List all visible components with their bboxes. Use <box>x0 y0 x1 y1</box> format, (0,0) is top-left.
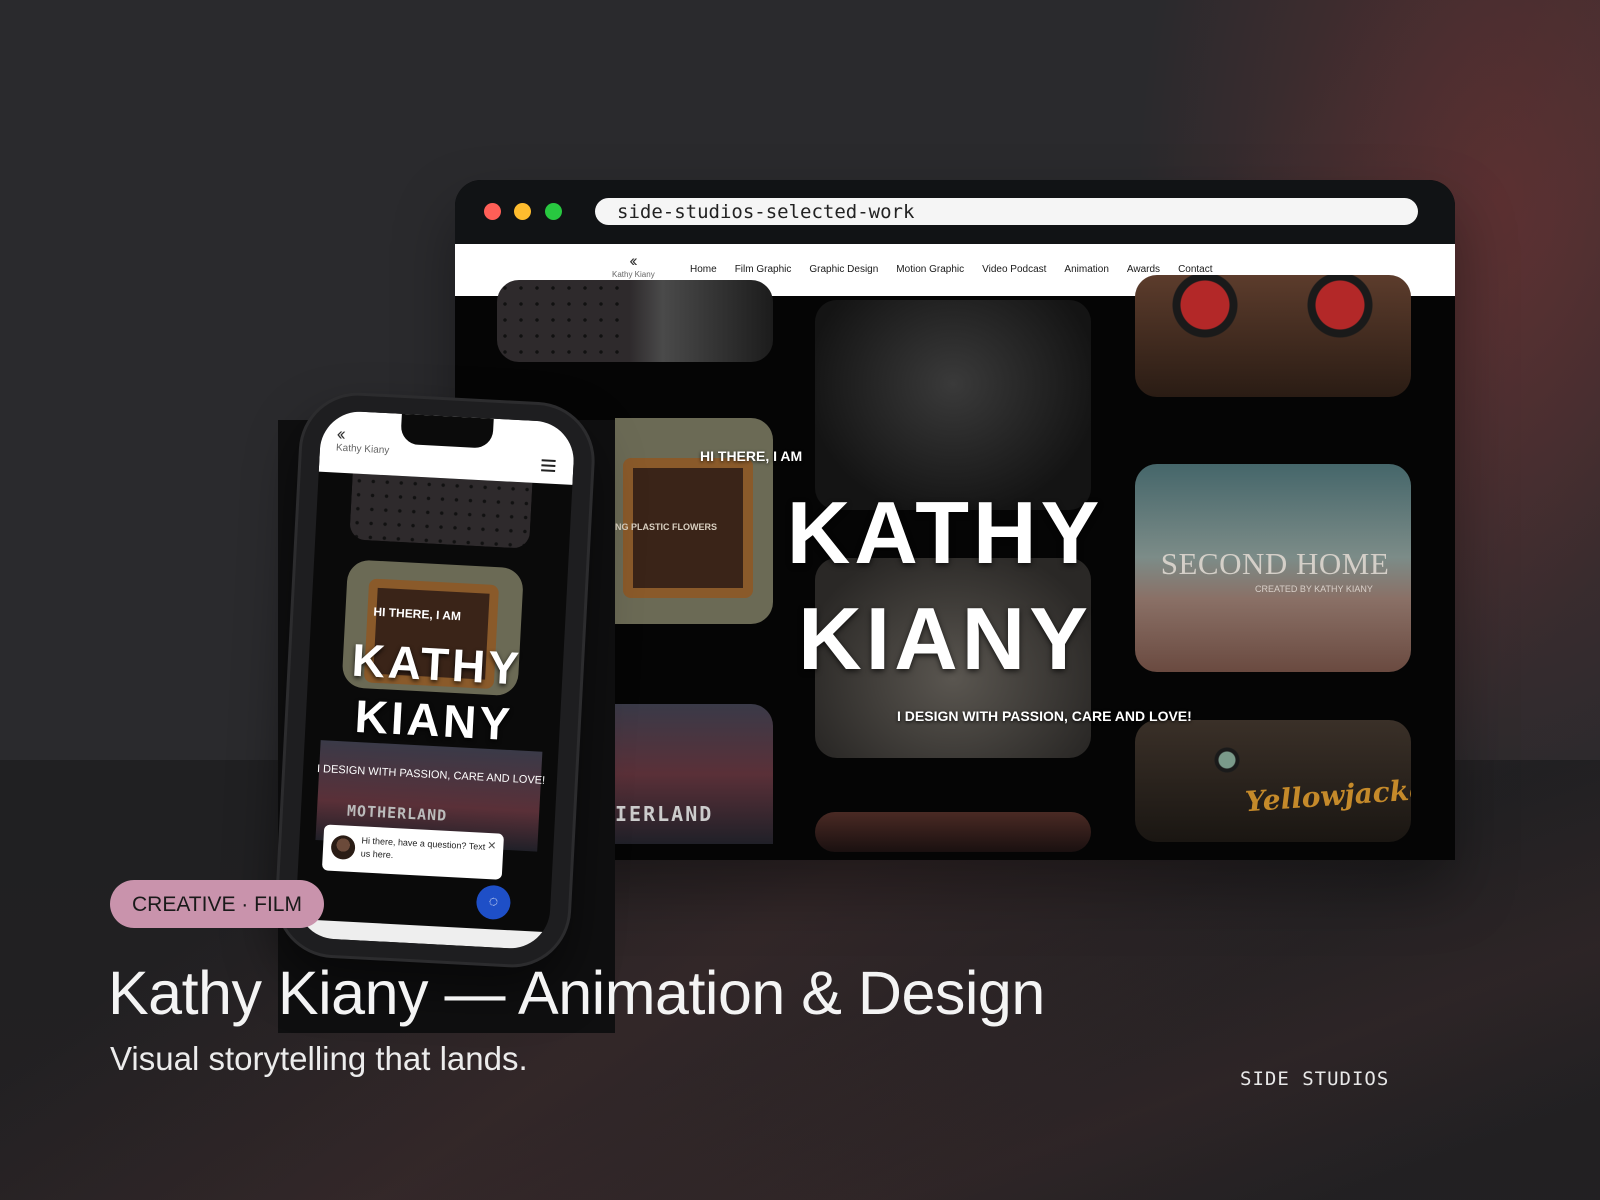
site-hero-name-line1: KATHY <box>786 483 1104 582</box>
plastic-flowers-label: NG PLASTIC FLOWERS <box>615 522 717 532</box>
category-pill: CREATIVE · FILM <box>110 880 324 928</box>
yellowjackets-label: Yellowjackets <box>1244 770 1411 819</box>
phone-logo-name: Kathy Kiany <box>335 442 390 457</box>
close-window-button[interactable] <box>484 203 501 220</box>
nav-animation[interactable]: Animation <box>1064 264 1108 275</box>
phone-device: ‹‹ Kathy Kiany HI THERE, I AM KATHY KIAN… <box>275 392 595 968</box>
nav-contact[interactable]: Contact <box>1178 264 1212 275</box>
browser-toolbar: side-studios-selected-work <box>455 180 1455 244</box>
chat-bubble-icon[interactable]: ◌ <box>475 884 512 921</box>
chat-popup[interactable]: Hi there, have a question? Text us here.… <box>321 824 505 880</box>
phone-hero-name-line2: KIANY <box>353 689 515 751</box>
chat-avatar <box>330 834 356 861</box>
nav-home[interactable]: Home <box>690 264 717 275</box>
phone-screen: ‹‹ Kathy Kiany HI THERE, I AM KATHY KIAN… <box>294 409 576 951</box>
nav-links: Home Film Graphic Graphic Design Motion … <box>690 264 1213 275</box>
portfolio-tile-partial[interactable] <box>815 812 1091 852</box>
phone-hero-name: KATHY KIANY <box>323 630 549 753</box>
second-home-title: SECOND HOME <box>1160 546 1390 581</box>
phone-logo[interactable]: ‹‹ Kathy Kiany <box>335 424 391 457</box>
hamburger-menu-icon[interactable] <box>541 459 556 475</box>
logo-name: Kathy Kiany <box>612 270 655 279</box>
chevrons-logo-icon: ‹‹ <box>629 251 637 270</box>
site-hero-tagline: I DESIGN WITH PASSION, CARE AND LOVE! <box>897 708 1192 724</box>
nav-video-podcast[interactable]: Video Podcast <box>982 264 1046 275</box>
second-home-credit: CREATED BY KATHY KIANY <box>1255 584 1373 594</box>
phone-bottom-bar <box>294 919 549 951</box>
nav-graphic-design[interactable]: Graphic Design <box>809 264 878 275</box>
minimize-window-button[interactable] <box>514 203 531 220</box>
dots-pattern <box>497 280 627 362</box>
nav-awards[interactable]: Awards <box>1127 264 1160 275</box>
site-hero-name-line2: KIANY <box>798 589 1092 688</box>
motherland-label: IERLAND <box>615 802 714 826</box>
portfolio-tile-dots[interactable] <box>497 280 773 362</box>
portfolio-tile-motherland[interactable]: IERLAND <box>615 704 773 844</box>
chat-popup-text: Hi there, have a question? Text us here. <box>360 835 486 861</box>
url-bar[interactable]: side-studios-selected-work <box>595 198 1418 225</box>
project-headline: Kathy Kiany — Animation & Design <box>108 959 1045 1027</box>
project-subhead: Visual storytelling that lands. <box>110 1040 528 1077</box>
brand-wordmark: SIDE STUDIOS <box>1240 1068 1390 1090</box>
portfolio-tile-second-home[interactable]: SECOND HOME CREATED BY KATHY KIANY <box>1135 464 1411 672</box>
nav-film-graphic[interactable]: Film Graphic <box>735 264 792 275</box>
portfolio-tile-yellowjackets[interactable]: Yellowjackets <box>1135 720 1411 842</box>
site-hero-intro: HI THERE, I AM <box>700 448 803 464</box>
portfolio-tile-dark-room[interactable] <box>815 300 1091 510</box>
site-logo[interactable]: ‹‹ Kathy Kiany <box>612 251 655 280</box>
phone-notch <box>400 413 494 449</box>
portfolio-tile-goggles[interactable] <box>1135 275 1411 397</box>
nav-motion-graphic[interactable]: Motion Graphic <box>896 264 964 275</box>
phone-tile-dots[interactable] <box>349 473 533 549</box>
site-hero-name: KATHY KIANY <box>775 480 1115 692</box>
close-icon[interactable]: ✕ <box>487 839 497 852</box>
maximize-window-button[interactable] <box>545 203 562 220</box>
